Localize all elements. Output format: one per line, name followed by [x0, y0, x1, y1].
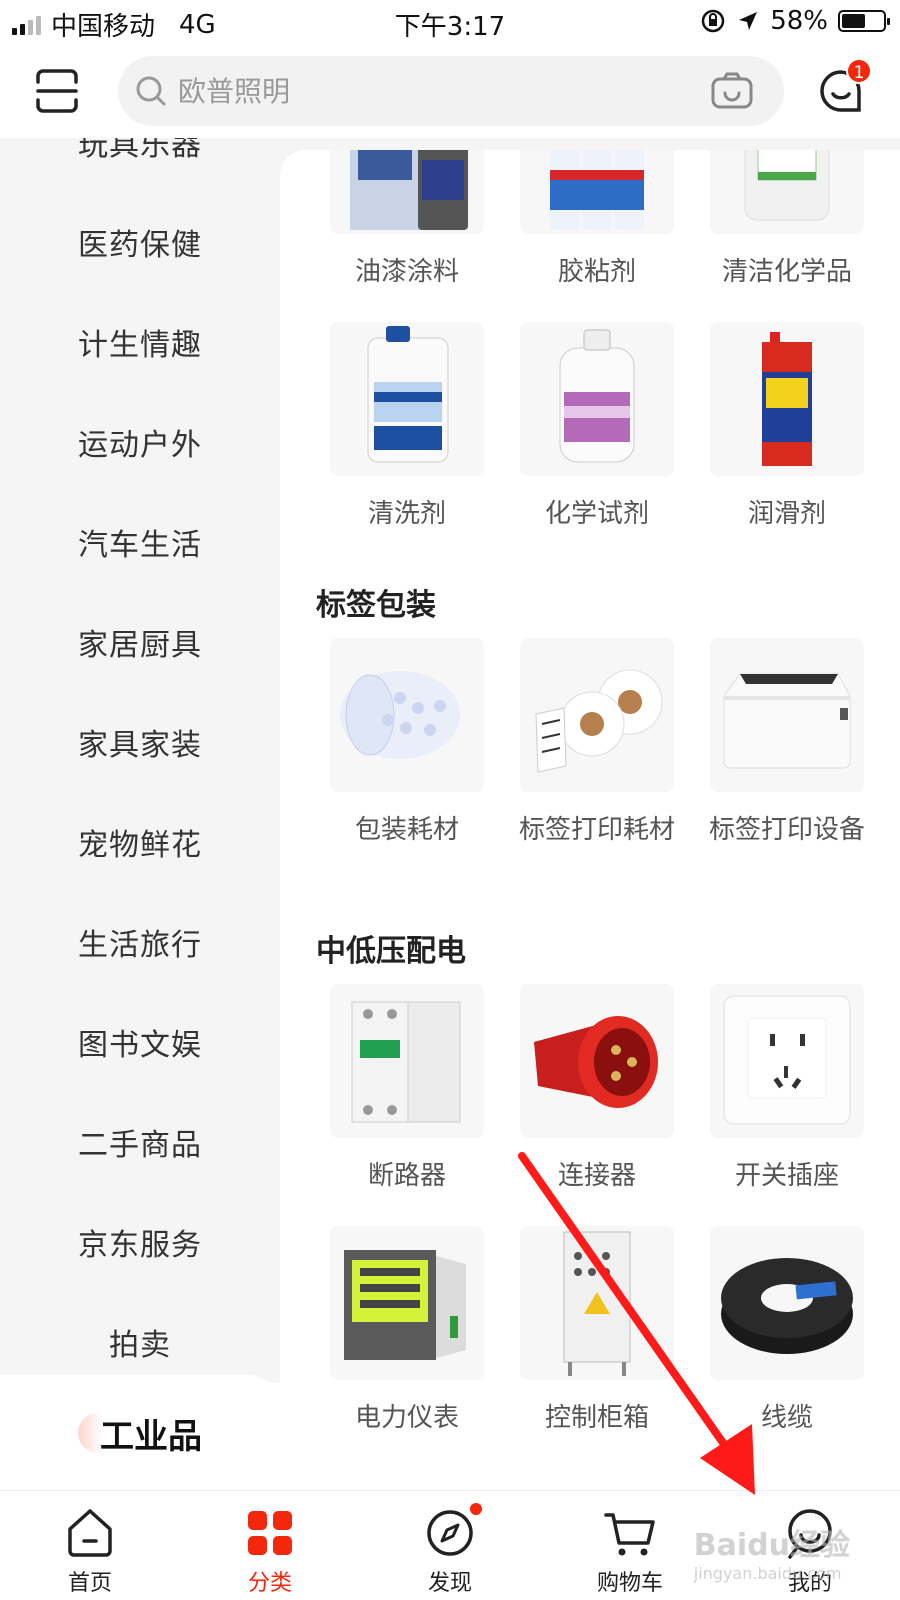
sidebar-item[interactable]: 家居厨具 [0, 596, 280, 696]
tab-label: 购物车 [596, 1571, 663, 1596]
category-tile[interactable]: 线缆 [692, 1226, 882, 1434]
section-title: 标签包装 [316, 588, 436, 623]
tab-discover[interactable]: 发现 [360, 1491, 540, 1600]
sidebar-item[interactable]: 玩具乐器 [0, 138, 280, 196]
category-tile[interactable]: 油漆涂料 [312, 150, 502, 288]
category-tile[interactable]: 断路器 [312, 984, 502, 1192]
cable-coil-image [710, 1226, 864, 1380]
category-label: 化学试剂 [544, 499, 649, 529]
category-label: 连接器 [557, 1161, 636, 1191]
camera-icon[interactable] [710, 71, 754, 111]
orientation-lock-icon [701, 9, 725, 33]
category-label: 控制柜箱 [544, 1403, 649, 1433]
sidebar-item[interactable]: 计生情趣 [0, 296, 280, 396]
tab-label: 分类 [247, 1571, 292, 1596]
watermark-brand: Baidu经验 [693, 1528, 850, 1563]
sidebar-item[interactable]: 二手商品 [0, 1096, 280, 1196]
sidebar-item[interactable]: 宠物鲜花 [0, 796, 280, 896]
search-icon [136, 76, 166, 106]
category-label: 断路器 [367, 1161, 446, 1191]
sidebar-item[interactable]: 运动户外 [0, 396, 280, 496]
top-header: 1 [0, 44, 900, 138]
category-label: 清洗剂 [367, 499, 446, 529]
glue-bottles-image [520, 150, 674, 234]
category-label: 开关插座 [734, 1161, 839, 1191]
sidebar-item[interactable]: 生活旅行 [0, 896, 280, 996]
battery-icon [838, 10, 890, 32]
section-title: 中低压配电 [316, 934, 466, 969]
search-bar[interactable] [118, 56, 784, 126]
location-arrow-icon [739, 12, 758, 30]
category-tile[interactable]: 标签打印设备 [692, 638, 882, 846]
category-tile[interactable]: 润滑剂 [692, 322, 882, 530]
circuit-breaker-image [330, 984, 484, 1138]
status-bar: 中国移动 4G 下午3:17 58% [0, 0, 900, 44]
lubricant-can-image [710, 322, 864, 476]
home-icon [68, 1509, 112, 1557]
tab-label: 发现 [427, 1571, 472, 1596]
sidebar-item[interactable]: 京东服务 [0, 1196, 280, 1296]
sidebar-item[interactable]: 汽车生活 [0, 496, 280, 596]
search-input[interactable] [178, 56, 698, 126]
watermark-url: jingyan.baidu.com [693, 1564, 842, 1583]
battery-percent: 58% [770, 6, 828, 36]
category-tile[interactable]: 控制柜箱 [502, 1226, 692, 1434]
category-label: 电力仪表 [354, 1403, 459, 1433]
category-label: 包装耗材 [354, 815, 459, 845]
category-label: 润滑剂 [747, 499, 826, 529]
sidebar-item-active[interactable]: 工业品 [0, 1383, 280, 1483]
air-cushion-roll-image [330, 638, 484, 792]
category-tile[interactable]: 清洁化学品 [692, 150, 882, 288]
category-sidebar: 玩具乐器 医药保健 计生情趣 运动户外 汽车生活 家居厨具 家具家装 宠物鲜花 … [0, 138, 280, 1490]
category-tile[interactable]: 清洗剂 [312, 322, 502, 530]
category-grid-icon [248, 1511, 292, 1555]
tab-home[interactable]: 首页 [0, 1491, 180, 1600]
category-tile[interactable]: 化学试剂 [502, 322, 692, 530]
sidebar-item[interactable]: 家具家装 [0, 696, 280, 796]
active-indicator [78, 1413, 102, 1453]
category-label: 清洁化学品 [721, 257, 852, 287]
category-tile[interactable]: 胶粘剂 [502, 150, 692, 288]
category-label: 线缆 [760, 1403, 813, 1433]
label-rolls-image [520, 638, 674, 792]
message-button[interactable]: 1 [816, 58, 872, 116]
category-label: 标签打印设备 [708, 815, 865, 845]
cleaner-jug-image [710, 150, 864, 234]
category-tile[interactable]: 电力仪表 [312, 1226, 502, 1434]
sidebar-item[interactable]: 医药保健 [0, 196, 280, 296]
chemical-bottle-image [520, 322, 674, 476]
category-content: 油漆涂料 胶粘剂 清洁化学品 清洗剂 化学试剂 润滑剂 标签包装 包装耗材 标签… [280, 150, 900, 1490]
tab-label: 首页 [67, 1571, 112, 1596]
industrial-connector-image [520, 984, 674, 1138]
control-cabinet-image [520, 1226, 674, 1380]
category-tile[interactable]: 标签打印耗材 [502, 638, 692, 846]
scan-icon[interactable] [34, 68, 80, 114]
tab-category[interactable]: 分类 [180, 1491, 360, 1600]
power-meter-image [330, 1226, 484, 1380]
category-label: 标签打印耗材 [518, 815, 675, 845]
sidebar-active-label: 工业品 [100, 1416, 202, 1457]
message-badge: 1 [846, 58, 872, 84]
label-printer-image [710, 638, 864, 792]
category-tile[interactable]: 连接器 [502, 984, 692, 1192]
shopping-cart-icon [604, 1513, 655, 1556]
wall-socket-image [710, 984, 864, 1138]
category-tile[interactable]: 开关插座 [692, 984, 882, 1192]
sidebar-item[interactable]: 图书文娱 [0, 996, 280, 1096]
category-tile[interactable]: 包装耗材 [312, 638, 502, 846]
category-label: 胶粘剂 [557, 257, 636, 287]
watermark: Baidu经验 jingyan.baidu.com [694, 1520, 850, 1583]
category-label: 油漆涂料 [354, 257, 459, 287]
paint-can-image [330, 150, 484, 234]
discover-dot-badge [468, 1501, 484, 1517]
detergent-jug-image [330, 322, 484, 476]
